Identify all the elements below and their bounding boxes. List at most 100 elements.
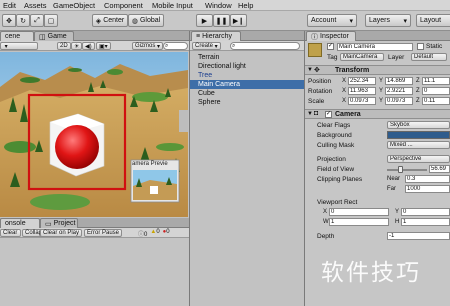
far-field[interactable]: 1000 <box>405 185 450 193</box>
pause-button[interactable]: ❚❚ <box>213 14 230 27</box>
rotation-y-field[interactable]: 2.9221 <box>385 87 413 95</box>
pivot-center-button[interactable]: ◈ Center <box>92 14 128 27</box>
y-label: Y <box>379 78 384 84</box>
camera-enabled-checkbox[interactable]: ✓ <box>325 111 332 118</box>
tab-inspector[interactable]: ⓘ Inspector <box>306 31 356 41</box>
create-dropdown[interactable]: Create ▾ <box>192 42 221 50</box>
scene-toolbar: ▾ 2D ☀ ◀) ▣▾ Gizmos ▾ ⌕ <box>0 41 189 51</box>
hierarchy-item-terrain[interactable]: Terrain <box>198 54 219 61</box>
lighting-toggle[interactable]: ☀ <box>71 42 83 50</box>
error-count[interactable]: ●0 <box>163 229 170 238</box>
scale-y-field[interactable]: 0.0973 <box>385 97 413 105</box>
position-y-field[interactable]: 14.869 <box>385 77 413 85</box>
console-log-area[interactable] <box>0 238 189 306</box>
fov-label: Field of View <box>317 166 355 173</box>
position-z-field[interactable]: 11.1 <box>422 77 450 85</box>
menu-help[interactable]: Help <box>238 1 253 10</box>
folder-icon: ▭ <box>45 220 52 228</box>
hierarchy-item-sphere[interactable]: Sphere <box>198 99 221 106</box>
fov-field[interactable]: 56.69 <box>429 165 450 173</box>
object-name-field[interactable]: Main Camera <box>337 43 413 51</box>
tab-hierarchy[interactable]: ≡ Hierarchy <box>191 31 241 41</box>
viewport-w-field[interactable]: 1 <box>329 218 389 226</box>
static-checkbox[interactable] <box>417 43 424 50</box>
watermark: 软件技巧 <box>321 260 421 286</box>
tab-console[interactable]: onsole <box>0 218 40 228</box>
hierarchy-item-tree[interactable]: Tree <box>198 72 212 79</box>
camera-header[interactable]: ▼ ◘ ✓ Camera <box>305 109 450 119</box>
viewport-h-field[interactable]: 1 <box>401 218 450 226</box>
menu-component[interactable]: Component <box>104 1 143 10</box>
hierarchy-item-main-camera[interactable]: Main Camera <box>198 81 240 88</box>
position-x-field[interactable]: 252.34 <box>348 77 376 85</box>
clear-flags-dropdown[interactable]: Skybox <box>387 121 450 129</box>
viewport-y-field[interactable]: 0 <box>401 208 450 216</box>
scale-x-field[interactable]: 0.0973 <box>348 97 376 105</box>
rotate-tool-button[interactable]: ↻ <box>16 14 30 27</box>
tab-game[interactable]: ◫ Game <box>34 31 74 41</box>
step-icon: ▶❙ <box>232 17 245 25</box>
layer-dropdown[interactable]: Default <box>411 53 447 61</box>
warning-count[interactable]: ▲0 <box>150 229 159 238</box>
rotation-z-field[interactable]: 0 <box>422 87 450 95</box>
projection-dropdown[interactable]: Perspective <box>387 155 450 163</box>
fov-slider-handle[interactable] <box>398 166 403 173</box>
menu-window[interactable]: Window <box>205 1 232 10</box>
hierarchy-item-directional-light[interactable]: Directional light <box>198 63 246 70</box>
2d-label: 2D <box>60 43 68 49</box>
global-button[interactable]: ◍ Global <box>128 14 164 27</box>
global-label: Global <box>139 17 161 24</box>
rect-tool-button[interactable]: ▢ <box>44 14 58 27</box>
scene-render <box>0 52 188 217</box>
transform-header[interactable]: ▼ ✥ Transform <box>305 65 450 75</box>
scene-view[interactable]: amera Previe <box>0 52 188 217</box>
rotation-x-field[interactable]: 11.963 <box>348 87 376 95</box>
clear-on-play-button[interactable]: Clear on Play <box>40 229 83 237</box>
background-color-swatch[interactable] <box>387 131 450 139</box>
tab-project[interactable]: ▭ Project <box>40 218 78 228</box>
play-button[interactable]: ▶ <box>196 14 213 27</box>
transform-title: Transform <box>335 67 370 74</box>
menu-assets[interactable]: Assets <box>24 1 47 10</box>
layout-dropdown[interactable]: Layout <box>416 14 450 27</box>
2d-toggle[interactable]: 2D <box>57 42 71 50</box>
culling-mask-dropdown[interactable]: Mixed ... <box>387 141 450 149</box>
info-count[interactable]: ⓘ0 <box>138 229 147 238</box>
scale-tool-button[interactable]: ⤢ <box>30 14 44 27</box>
tab-scene[interactable]: cene <box>0 31 34 41</box>
hierarchy-search-input[interactable]: ⌕ <box>230 42 300 50</box>
scene-search-input[interactable]: ⌕ <box>163 42 188 50</box>
info-icon: ⓘ <box>311 33 318 41</box>
tag-dropdown[interactable]: MainCamera <box>340 53 384 61</box>
layers-label: Layers <box>369 17 391 24</box>
layers-dropdown[interactable]: Layers ▾ <box>365 14 411 27</box>
viewport-x-field[interactable]: 0 <box>329 208 389 216</box>
effects-toggle[interactable]: ▣▾ <box>96 42 111 50</box>
clear-on-play-label: Clear on Play <box>43 230 80 236</box>
shading-mode-dropdown[interactable]: ▾ <box>0 42 38 50</box>
scale-z-field[interactable]: 0.11 <box>422 97 450 105</box>
image-icon: ▣▾ <box>99 43 108 50</box>
sun-icon: ☀ <box>74 43 80 50</box>
expand-arrow-icon: ▼ <box>307 67 313 73</box>
menu-gameobject[interactable]: GameObject <box>53 1 95 10</box>
audio-toggle[interactable]: ◀) <box>82 42 95 50</box>
error-pause-button[interactable]: Error Pause <box>84 229 123 237</box>
error-count-value: 0 <box>166 229 170 235</box>
fov-slider-track[interactable] <box>387 169 427 171</box>
layer-label: Layer <box>388 54 405 61</box>
hierarchy-item-cube[interactable]: Cube <box>198 90 215 97</box>
move-tool-button[interactable]: ✥ <box>2 14 16 27</box>
pause-icon: ❚❚ <box>215 17 228 25</box>
active-checkbox[interactable]: ✓ <box>327 43 334 50</box>
menu-edit[interactable]: Edit <box>3 1 16 10</box>
near-field[interactable]: 0.3 <box>405 175 450 183</box>
clear-button[interactable]: Clear <box>0 229 21 237</box>
depth-field[interactable]: -1 <box>387 232 450 240</box>
inspector-body: ✓ Main Camera Static Tag MainCamera Laye… <box>305 41 450 306</box>
step-button[interactable]: ▶❙ <box>230 14 247 27</box>
account-dropdown[interactable]: Account ▾ <box>307 14 357 27</box>
gizmos-label: Gizmos <box>135 43 156 49</box>
menu-mobile-input[interactable]: Mobile Input <box>152 1 193 10</box>
gizmos-dropdown[interactable]: Gizmos ▾ <box>132 42 164 50</box>
